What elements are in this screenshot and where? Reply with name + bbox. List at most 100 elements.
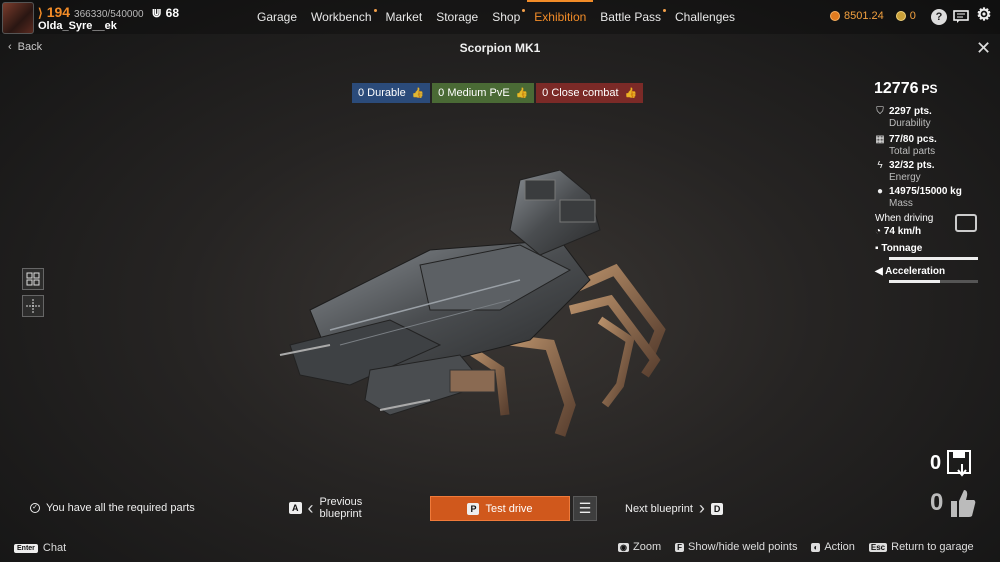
power-score: 12776 PS [874,80,938,98]
nav-label: Battle Pass [600,10,661,24]
tonnage-bar [889,257,978,260]
crosshair-view-icon[interactable] [22,295,44,317]
speed-value: ◔ 74 km/h [875,226,921,237]
nav-market[interactable]: Market [379,0,430,34]
nav-challenges[interactable]: Challenges [668,0,742,34]
hint-return-garage[interactable]: Esc Return to garage [868,541,974,553]
key-hint-esc: Esc [868,542,888,552]
hint-label: Show/hide weld points [688,541,798,553]
hint-label: Zoom [632,541,662,553]
player-avatar[interactable] [2,2,34,34]
stat-durability: ⛉ 2297 pts. Durability [875,106,932,129]
player-name[interactable]: Olda_Syre__ek [38,20,117,32]
chat-label: Chat [42,542,67,554]
nav-shop[interactable]: Shop [485,0,527,34]
ps-unit: PS [921,82,938,96]
lightning-icon: ϟ [877,160,883,171]
mouse-click-icon: ◐ [811,542,821,552]
stat-label: Energy [889,172,921,183]
next-blueprint-button[interactable]: Next blueprint › D [625,498,724,519]
tonnage-label: ▪ Tonnage [875,243,922,254]
nav-label: Exhibition [534,10,587,24]
like-counter[interactable]: 0 [930,487,977,519]
tag-close-combat[interactable]: 0 Close combat 👍 [536,83,644,103]
thumbs-up-icon: 👍 [624,87,638,99]
thumbs-up-icon [951,490,976,517]
speedometer-icon: ◔ [875,226,884,237]
thumbs-up-icon: 👍 [411,87,425,99]
chevron-left-icon: ‹ [307,497,314,518]
tag-label: 0 Durable [358,87,406,99]
gear-icon[interactable]: ⚙ [976,5,992,24]
rating-tags: 0 Durable 👍 0 Medium PvE 👍 0 Close comba… [352,83,644,103]
stat-value: 14975/15000 kg [889,186,962,197]
close-icon[interactable]: ✕ [976,38,991,59]
vehicle-model[interactable] [270,170,680,450]
ps-value: 12776 [874,80,919,97]
stat-label: Durability [889,118,931,129]
nav-garage[interactable]: Garage [250,0,304,34]
stat-value: 77/80 pcs. [889,134,937,145]
acceleration-bar [889,280,978,283]
coin-icon [830,11,840,21]
nav-label: Workbench [311,10,372,24]
previous-blueprint-button[interactable]: A ‹ Previous blueprint [289,496,362,520]
hint-label: Return to garage [891,541,974,553]
parts-icon: ▦ [875,134,885,145]
weight-icon: ● [876,186,884,197]
hint-zoom[interactable]: ◉ Zoom [618,541,661,553]
hint-action[interactable]: ◐ Action [811,541,855,553]
tonnage-text: Tonnage [881,243,923,254]
required-parts-text: You have all the required parts [46,502,195,514]
shield-icon: ⛉ [876,106,884,117]
messages-icon[interactable] [953,9,969,25]
previous-blueprint-label: Previous blueprint [320,496,363,520]
key-hint-enter: Enter [14,543,38,553]
tag-label: 0 Medium PvE [438,87,510,99]
acceleration-label: ◀ Acceleration [875,266,945,277]
test-drive-label: Test drive [485,502,533,515]
tag-medium-pve[interactable]: 0 Medium PvE 👍 [432,83,535,103]
player-xp: 366330/540000 [74,9,144,20]
when-driving-label: When driving [875,213,934,224]
stat-energy: ϟ 32/32 pts. Energy [875,160,935,183]
hint-weld-points[interactable]: F Show/hide weld points [675,541,797,553]
next-blueprint-label: Next blueprint [625,502,693,515]
key-hints: ◉ Zoom F Show/hide weld points ◐ Action Esc… [618,541,974,553]
tag-durable[interactable]: 0 Durable 👍 [352,83,431,103]
nav-storage[interactable]: Storage [429,0,485,34]
player-level: 194 [46,4,71,20]
menu-icon[interactable]: ☰ [573,496,597,521]
help-icon[interactable]: ? [931,9,947,25]
test-drive-button[interactable]: P Test drive [430,496,570,521]
save-count: 0 [930,451,942,474]
hint-label: Action [824,541,855,553]
chat-button[interactable]: Enter Chat [14,542,66,554]
engineers-icon: ⋓ [151,6,162,20]
currency-panel[interactable]: 8501.24 0 [830,10,916,22]
save-counter[interactable]: 0 [930,448,975,478]
badge-icon [895,11,906,21]
coins-amount: 8501.24 [844,10,884,22]
notification-dot [522,9,526,12]
stat-value: 32/32 pts. [889,160,935,171]
key-hint-p: P [467,502,480,515]
key-hint-a: A [289,502,302,514]
previous-line2: blueprint [319,508,362,520]
chevron-right-icon: › [698,498,705,518]
nav-battle-pass[interactable]: Battle Pass [593,0,668,34]
nav-exhibition[interactable]: Exhibition [527,0,594,34]
nav-label: Market [385,10,423,24]
nav-label: Garage [257,10,298,24]
engineers-count: 68 [165,6,179,20]
grid-view-icon[interactable] [22,268,44,290]
stat-label: Mass [889,198,913,209]
acceleration-text: Acceleration [885,266,946,277]
save-icon [947,450,972,477]
level-icon: ⟩ [38,6,43,20]
thumbs-up-icon: 👍 [515,87,529,99]
nav-workbench[interactable]: Workbench [304,0,378,34]
nav-label: Storage [436,10,479,24]
notification-dot [663,9,666,12]
tag-label: 0 Close combat [542,87,619,99]
